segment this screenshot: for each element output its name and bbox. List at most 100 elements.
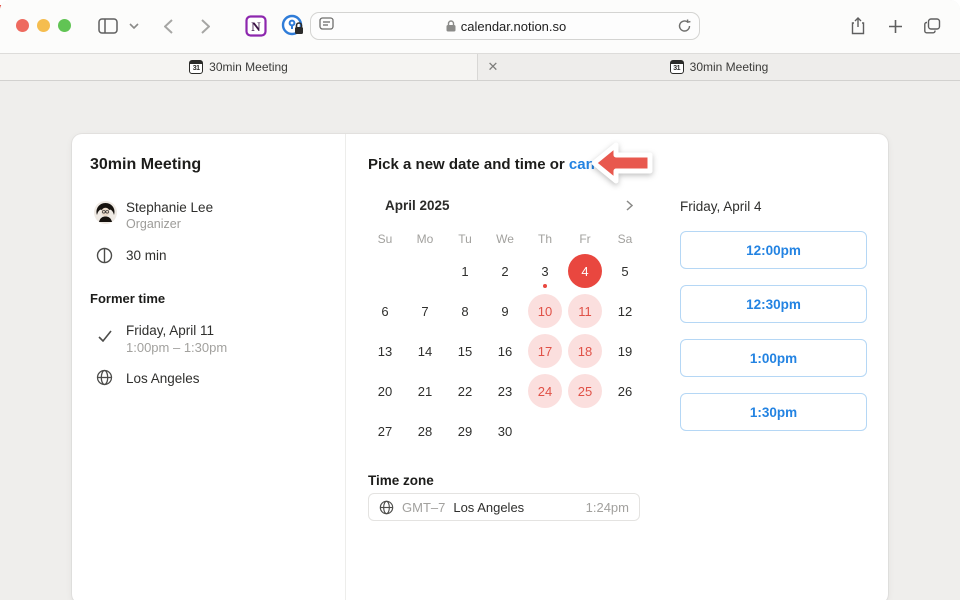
share-icon[interactable] xyxy=(845,14,871,38)
selected-date-label: Friday, April 4 xyxy=(680,199,762,214)
today-indicator-dot xyxy=(543,284,547,288)
zoom-window-button[interactable] xyxy=(58,19,71,32)
annotation-arrow-icon xyxy=(590,140,656,186)
former-time-label: Former time xyxy=(90,291,165,306)
weekday-sa: Sa xyxy=(605,230,645,248)
time-slot-button-12-30pm[interactable]: 12:30pm xyxy=(680,285,867,323)
calendar-day-27[interactable]: 27 xyxy=(365,411,405,451)
weekday-mo: Mo xyxy=(405,230,445,248)
time-slot-button-1-00pm[interactable]: 1:00pm xyxy=(680,339,867,377)
time-slot-list: 12:00pm 12:30pm 1:00pm 1:30pm xyxy=(680,231,867,431)
tab-overview-icon[interactable] xyxy=(919,14,945,38)
booking-card: 30min Meeting Stephanie Lee Organizer xyxy=(72,134,888,600)
tab-30min-meeting-active[interactable]: 31 30min Meeting xyxy=(0,54,478,80)
meeting-title: 30min Meeting xyxy=(90,156,201,174)
calendar-day-6[interactable]: 6 xyxy=(365,291,405,331)
calendar-day-9[interactable]: 9 xyxy=(485,291,525,331)
calendar-day-5[interactable]: 5 xyxy=(605,251,645,291)
globe-icon xyxy=(379,500,394,515)
time-slot-button-1-30pm[interactable]: 1:30pm xyxy=(680,393,867,431)
former-time-range: 1:00pm – 1:30pm xyxy=(126,340,227,355)
duration-icon xyxy=(96,247,113,264)
tab-label: 30min Meeting xyxy=(209,60,288,74)
lock-icon xyxy=(446,20,456,32)
url-text: calendar.notion.so xyxy=(461,19,567,34)
calendar-grid: 1234567891011121314151617181920212223242… xyxy=(365,251,645,451)
organizer-name: Stephanie Lee xyxy=(126,200,213,215)
browser-toolbar: N xyxy=(0,0,960,53)
calendar-day-1[interactable]: 1 xyxy=(445,251,485,291)
weekday-we: We xyxy=(485,230,525,248)
calendar-day-14[interactable]: 14 xyxy=(405,331,445,371)
former-date: Friday, April 11 xyxy=(126,323,214,338)
calendar-day-8[interactable]: 8 xyxy=(445,291,485,331)
calendar-day-18[interactable]: 18 xyxy=(565,331,605,371)
calendar-day-2[interactable]: 2 xyxy=(485,251,525,291)
calendar-day-30[interactable]: 30 xyxy=(485,411,525,451)
timezone-select[interactable]: GMT–7 Los Angeles 1:24pm xyxy=(368,493,640,521)
calendar-day-12[interactable]: 12 xyxy=(605,291,645,331)
timezone-offset: GMT–7 xyxy=(402,500,445,515)
page-background: 30min Meeting Stephanie Lee Organizer xyxy=(0,81,960,600)
tab-bar: 31 30min Meeting ✕ 31 30min Meeting xyxy=(0,53,960,81)
reader-view-icon[interactable] xyxy=(319,17,334,35)
new-tab-icon[interactable] xyxy=(882,14,908,38)
calendar-day-16[interactable]: 16 xyxy=(485,331,525,371)
panel-divider xyxy=(345,134,346,600)
timezone-label: Time zone xyxy=(368,473,434,488)
calendar-favicon: 31 xyxy=(670,60,684,74)
svg-text:N: N xyxy=(251,19,261,34)
calendar-day-17[interactable]: 17 xyxy=(525,331,565,371)
weekday-su: Su xyxy=(365,230,405,248)
timezone-current-time: 1:24pm xyxy=(586,500,629,515)
weekday-fr: Fr xyxy=(565,230,605,248)
reload-icon[interactable] xyxy=(678,19,691,33)
tab-30min-meeting-background[interactable]: ✕ 31 30min Meeting xyxy=(478,54,960,80)
forward-button[interactable] xyxy=(192,14,218,38)
calendar-day-29[interactable]: 29 xyxy=(445,411,485,451)
calendar-day-4[interactable]: 4 xyxy=(565,251,605,291)
time-slot-button-12-00pm[interactable]: 12:00pm xyxy=(680,231,867,269)
address-bar[interactable]: calendar.notion.so xyxy=(310,12,700,40)
sidebar-toggle-icon[interactable] xyxy=(95,14,121,38)
calendar-day-3[interactable]: 3 xyxy=(525,251,565,291)
notion-extension-icon[interactable]: N xyxy=(243,14,269,38)
calendar-day-7[interactable]: 7 xyxy=(405,291,445,331)
calendar-day-24[interactable]: 24 xyxy=(525,371,565,411)
calendar-day-15[interactable]: 15 xyxy=(445,331,485,371)
globe-icon xyxy=(96,369,113,386)
calendar-day-22[interactable]: 22 xyxy=(445,371,485,411)
calendar-day-10[interactable]: 10 xyxy=(525,291,565,331)
calendar-day-26[interactable]: 26 xyxy=(605,371,645,411)
close-tab-icon[interactable]: ✕ xyxy=(485,59,501,75)
screen: N xyxy=(0,0,960,600)
back-button[interactable] xyxy=(155,14,181,38)
organizer-role: Organizer xyxy=(126,217,181,231)
calendar-day-25[interactable]: 25 xyxy=(565,371,605,411)
calendar-day-19[interactable]: 19 xyxy=(605,331,645,371)
calendar-day-21[interactable]: 21 xyxy=(405,371,445,411)
weekday-th: Th xyxy=(525,230,565,248)
chevron-down-icon[interactable] xyxy=(126,14,142,38)
weekday-header-row: SuMoTuWeThFrSa xyxy=(365,230,645,248)
safari-window: N xyxy=(0,0,960,600)
calendar-day-23[interactable]: 23 xyxy=(485,371,525,411)
scheduler-heading: Pick a new date and time or cancel xyxy=(368,156,616,173)
heading-text: Pick a new date and time or xyxy=(368,156,569,173)
meeting-location: Los Angeles xyxy=(126,371,200,386)
calendar-day-11[interactable]: 11 xyxy=(565,291,605,331)
month-label: April 2025 xyxy=(385,198,450,213)
check-icon xyxy=(98,330,112,342)
tab-label: 30min Meeting xyxy=(690,60,769,74)
organizer-avatar xyxy=(94,201,117,224)
calendar-day-20[interactable]: 20 xyxy=(365,371,405,411)
meeting-duration: 30 min xyxy=(126,248,167,263)
minimize-window-button[interactable] xyxy=(37,19,50,32)
calendar-day-28[interactable]: 28 xyxy=(405,411,445,451)
next-month-button[interactable] xyxy=(620,196,638,214)
calendar-favicon: 31 xyxy=(189,60,203,74)
calendar-day-13[interactable]: 13 xyxy=(365,331,405,371)
close-window-button[interactable] xyxy=(16,19,29,32)
weekday-tu: Tu xyxy=(445,230,485,248)
onepassword-extension-icon[interactable] xyxy=(280,14,306,38)
